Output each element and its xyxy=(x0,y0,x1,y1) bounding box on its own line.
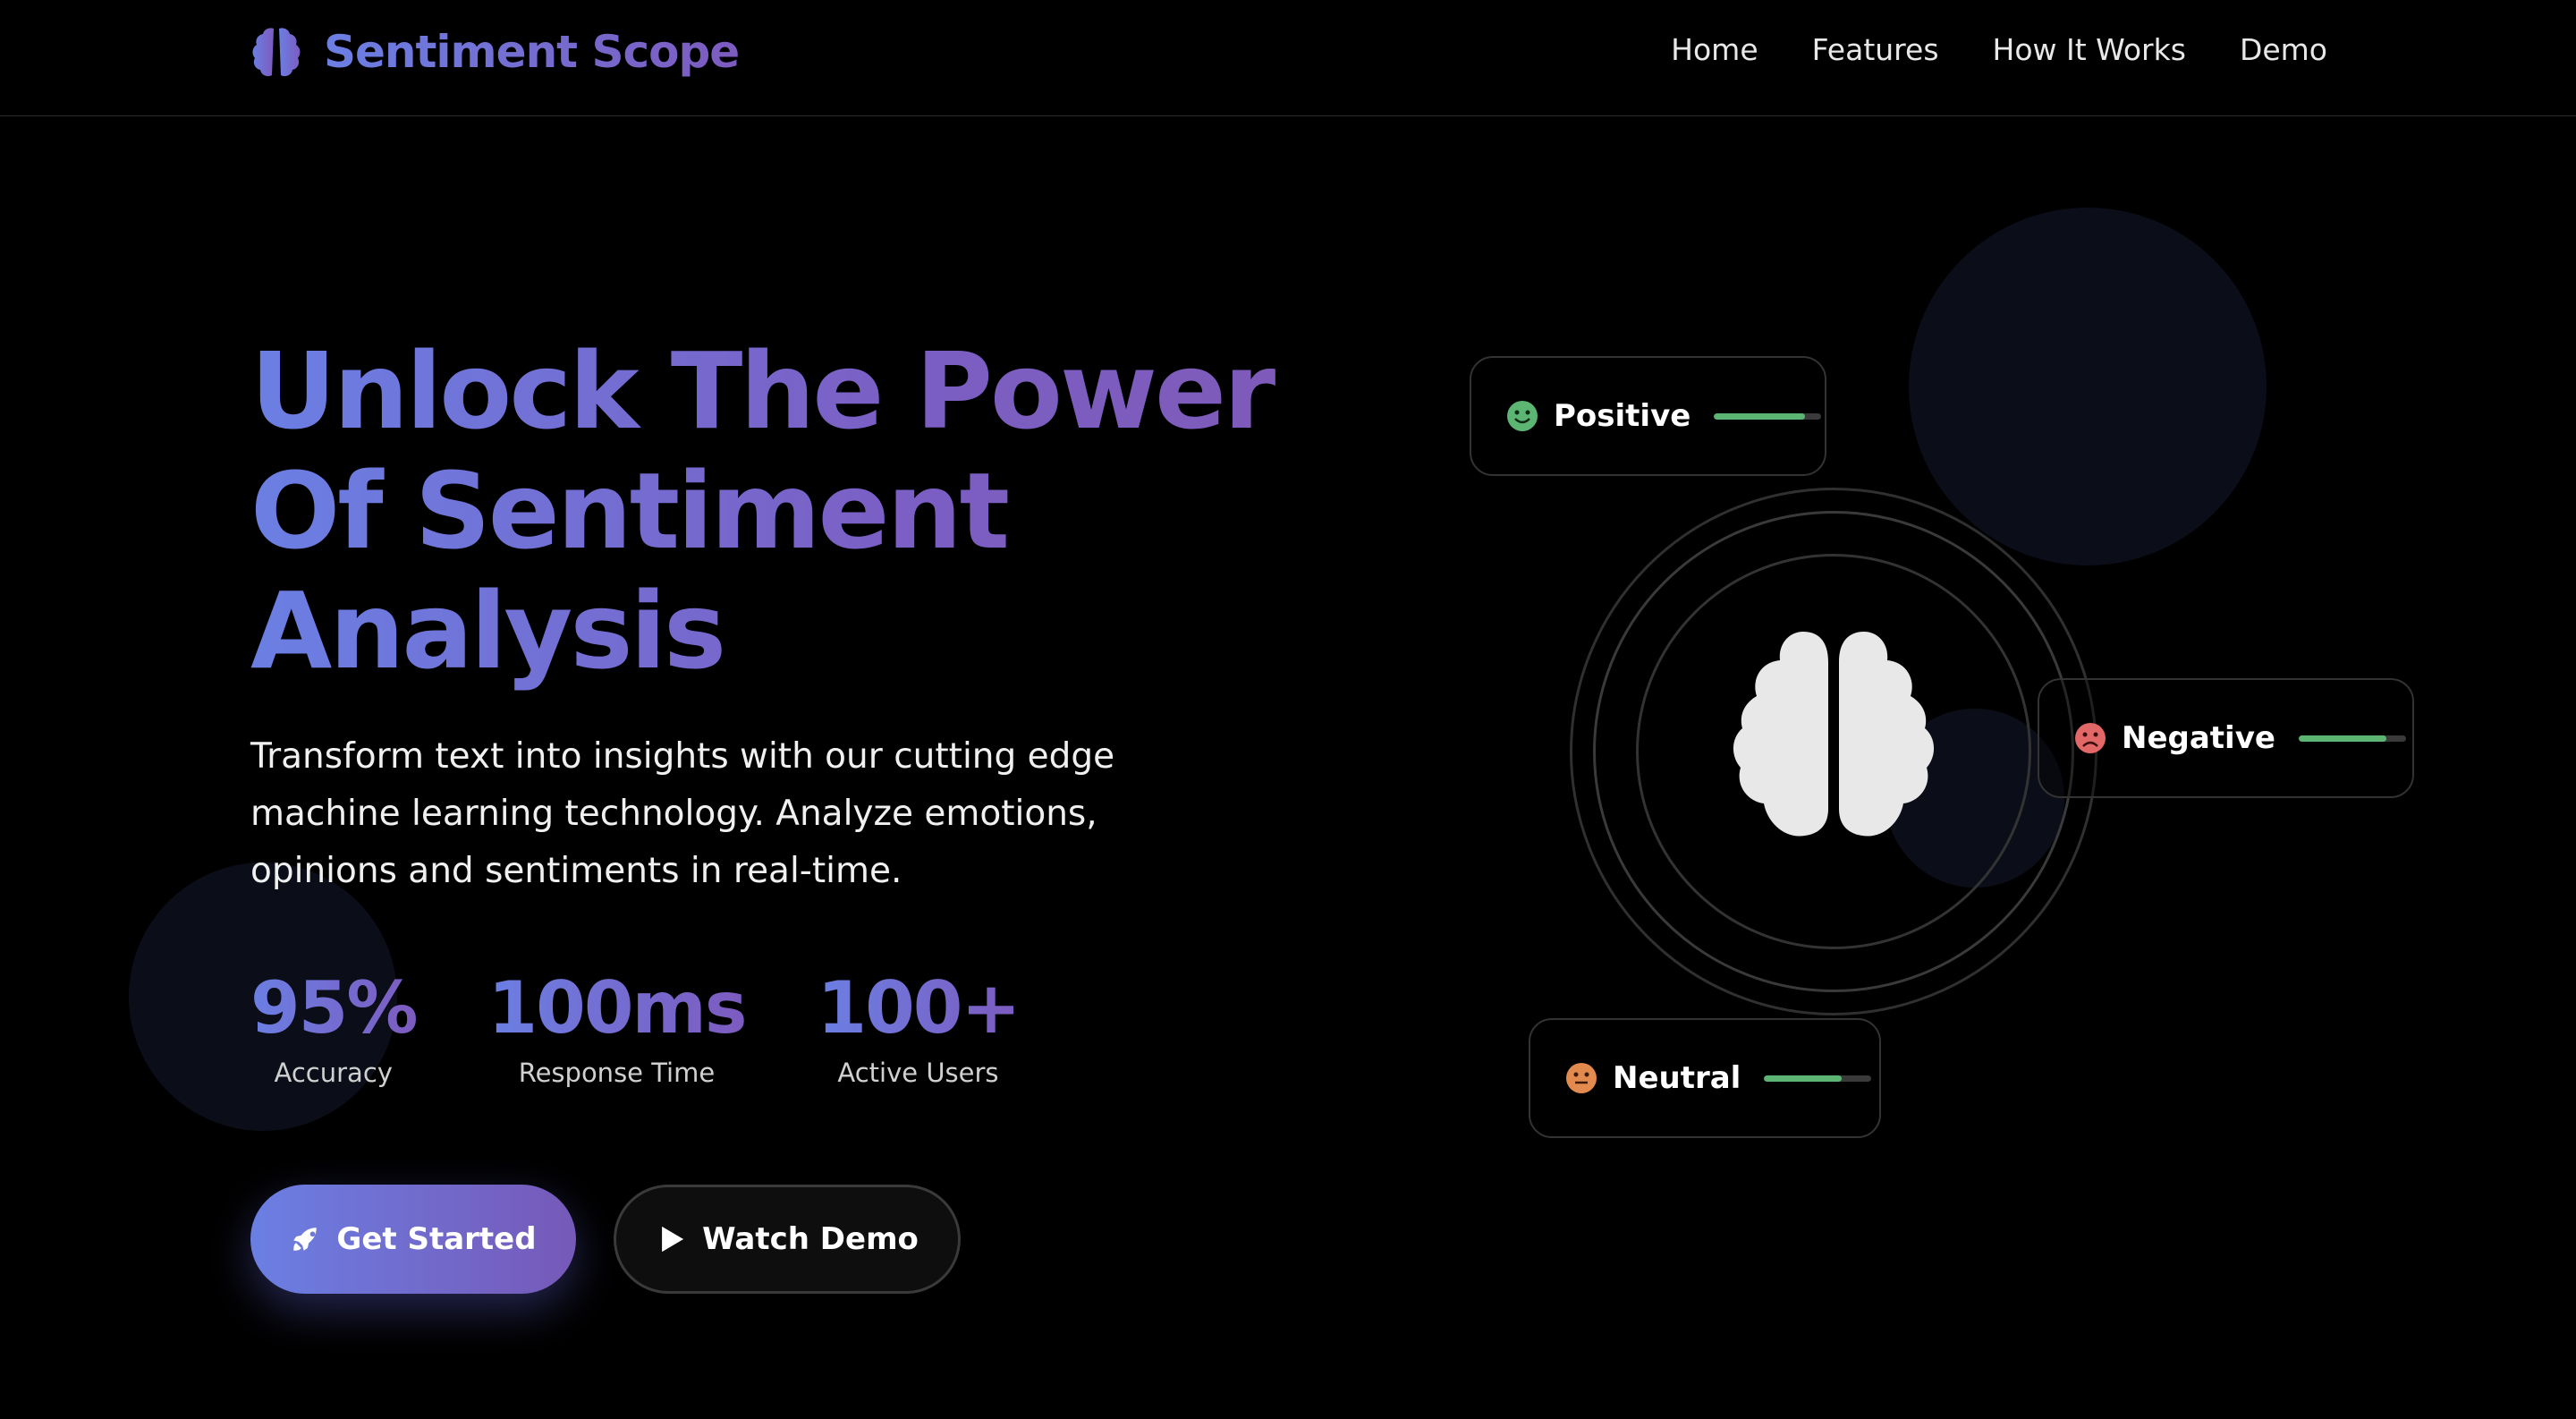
watch-demo-button[interactable]: Watch Demo xyxy=(614,1185,961,1294)
hero-title-line: Unlock The Power xyxy=(250,329,1274,453)
stat-label: Response Time xyxy=(518,1058,716,1088)
smile-face-icon xyxy=(1507,401,1538,431)
brand-name: Sentiment Scope xyxy=(324,26,740,78)
get-started-label: Get Started xyxy=(336,1221,537,1257)
sentiment-bar xyxy=(2298,735,2406,742)
get-started-button[interactable]: Get Started xyxy=(250,1185,576,1294)
sentiment-label: Positive xyxy=(1554,398,1691,434)
sentiment-bar-fill xyxy=(2298,735,2387,742)
stat-active-users: 100+ Active Users xyxy=(817,966,1021,1088)
brain-icon xyxy=(1733,632,1935,837)
watch-demo-label: Watch Demo xyxy=(702,1221,919,1257)
stat-value: 95% xyxy=(250,966,418,1049)
sentiment-label: Neutral xyxy=(1613,1060,1741,1096)
stat-accuracy: 95% Accuracy xyxy=(250,966,418,1088)
hero-title-line: Of Sentiment xyxy=(250,449,1008,573)
sentiment-bar xyxy=(1764,1075,1872,1082)
decorative-circle-top-right xyxy=(1909,208,2267,565)
play-icon xyxy=(662,1226,684,1253)
stat-label: Accuracy xyxy=(274,1058,393,1088)
sentiment-bar-fill xyxy=(1764,1075,1842,1082)
nav-link-how-it-works[interactable]: How It Works xyxy=(1993,32,2186,67)
hero-title-line: Analysis xyxy=(250,569,724,693)
hero-subtitle: Transform text into insights with our cu… xyxy=(250,736,1115,891)
frown-face-icon xyxy=(2075,723,2106,753)
stat-response-time: 100ms Response Time xyxy=(487,966,747,1088)
stats-row: 95% Accuracy 100ms Response Time 100+ Ac… xyxy=(250,966,1021,1088)
stat-label: Active Users xyxy=(837,1058,999,1088)
hero-title: Unlock The Power Of Sentiment Analysis xyxy=(250,331,1324,691)
neutral-face-icon xyxy=(1566,1063,1597,1093)
nav-link-demo[interactable]: Demo xyxy=(2240,32,2327,67)
nav-link-features[interactable]: Features xyxy=(1812,32,1939,67)
nav-link-home[interactable]: Home xyxy=(1671,32,1758,67)
brain-icon xyxy=(252,28,301,77)
sentiment-bar xyxy=(1714,412,1822,420)
sentiment-card-positive: Positive xyxy=(1470,356,1826,476)
sentiment-card-neutral: Neutral xyxy=(1529,1018,1881,1138)
rocket-icon xyxy=(293,1228,318,1251)
nav-links: Home Features How It Works Demo xyxy=(1671,32,2327,67)
sentiment-label: Negative xyxy=(2122,720,2275,756)
brand-logo[interactable]: Sentiment Scope xyxy=(250,25,740,79)
sentiment-bar-fill xyxy=(1714,412,1806,420)
stat-value: 100ms xyxy=(487,966,747,1049)
sentiment-card-negative: Negative xyxy=(2038,678,2414,798)
stat-value: 100+ xyxy=(817,966,1021,1049)
top-navbar: Sentiment Scope Home Features How It Wor… xyxy=(0,0,2576,116)
